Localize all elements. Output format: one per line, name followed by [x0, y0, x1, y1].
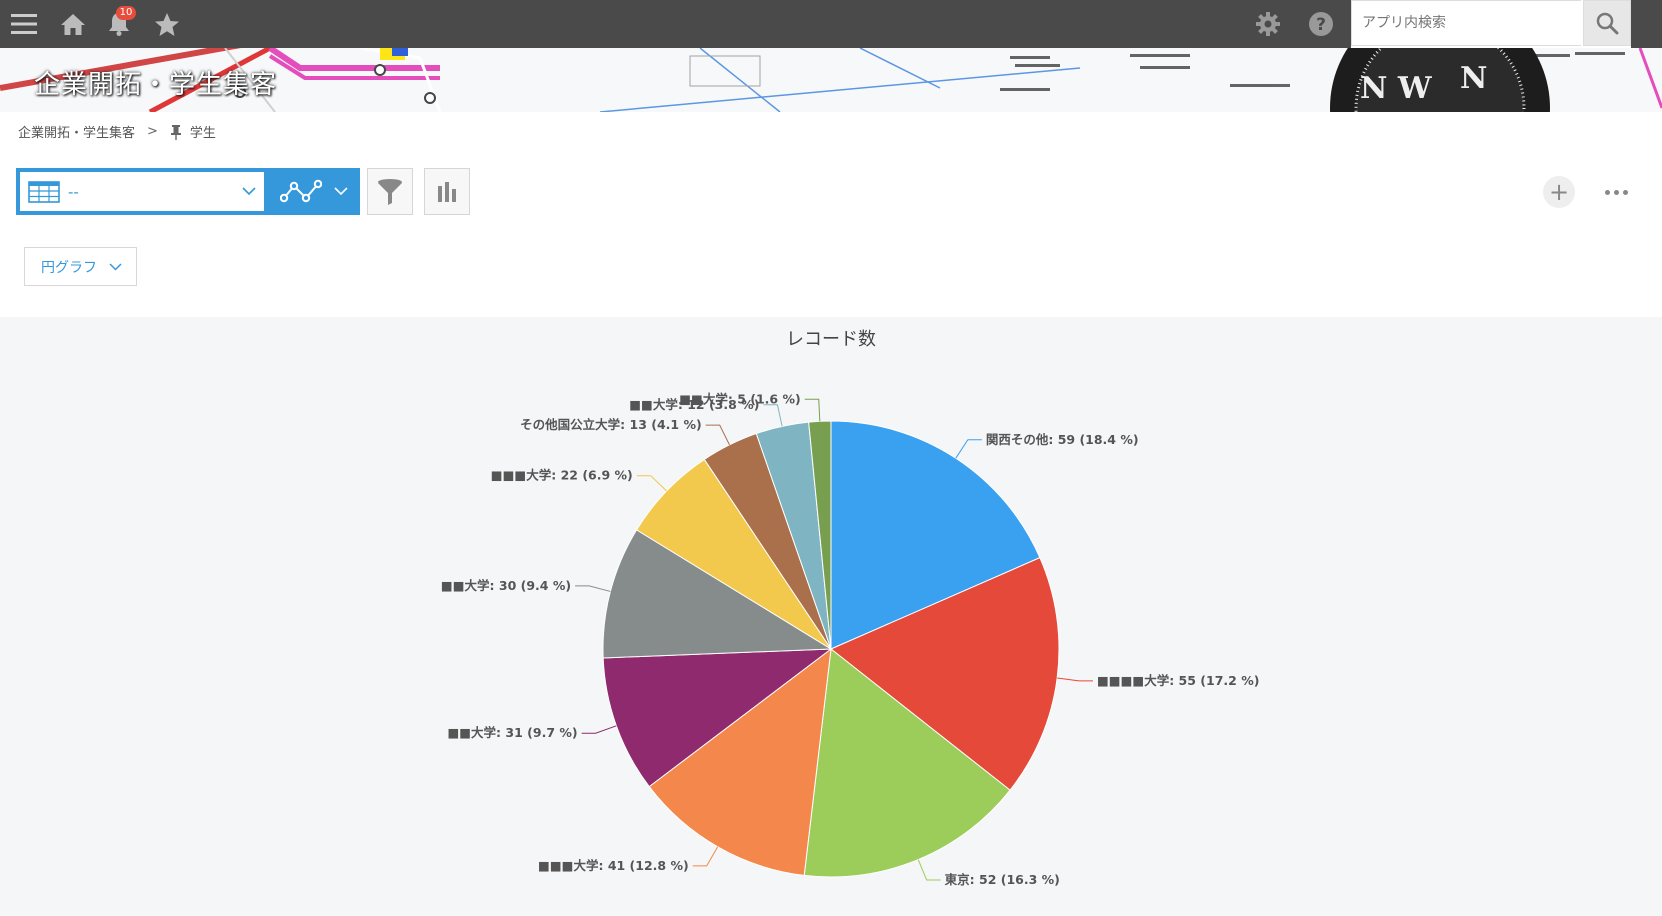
pie-label-connector: [575, 585, 611, 592]
bar-chart-icon: [438, 181, 456, 202]
hamburger-menu-icon[interactable]: [8, 0, 40, 48]
pie-label-connector: [1057, 677, 1093, 682]
pie-data-label: 関西その他: 59 (18.4 %): [986, 432, 1139, 447]
pie-label-connector: [917, 859, 941, 881]
star-icon[interactable]: [152, 0, 182, 48]
breadcrumb-space-link[interactable]: 企業開拓・学生集客: [18, 122, 135, 141]
view-selector[interactable]: --: [16, 168, 268, 215]
chart-type-label: 円グラフ: [41, 259, 97, 276]
pie-data-label: その他国公立大学: 13 (4.1 %): [520, 417, 702, 432]
chevron-down-icon: [242, 187, 256, 196]
pie-data-label: ■■大学: 31 (9.7 %): [447, 725, 577, 740]
pie-data-label: ■■大学: 30 (9.4 %): [441, 578, 571, 593]
pie-label-connector: [705, 424, 730, 446]
search-box: [1351, 0, 1631, 48]
graph-menu-button[interactable]: [268, 168, 360, 215]
pie-label-connector: [692, 846, 719, 867]
filter-button[interactable]: [367, 168, 413, 215]
pie-chart: 関西その他: 59 (18.4 %) ■■■■大学: 55 (17.2 %) 東京:…: [441, 391, 1260, 887]
pin-icon: [170, 124, 181, 140]
svg-text:?: ?: [1316, 15, 1326, 35]
gear-icon[interactable]: [1253, 0, 1283, 48]
chevron-down-icon: [334, 187, 348, 196]
svg-text:N: N: [1460, 61, 1487, 96]
pie-data-label: 東京: 52 (16.3 %): [945, 872, 1060, 887]
app-banner: N W N 企業開拓・学生集客: [0, 48, 1662, 112]
pie-data-label: ■■■大学: 22 (6.9 %): [491, 468, 633, 483]
pie-label-connector: [581, 725, 617, 734]
breadcrumb: 企業開拓・学生集客 > 学生: [18, 122, 216, 141]
view-selector-value: --: [68, 182, 79, 201]
breadcrumb-app-link[interactable]: 学生: [190, 122, 216, 141]
filter-icon: [378, 178, 402, 205]
top-navigation-bar: 10 ?: [0, 0, 1662, 48]
pie-data-label: ■■■■大学: 55 (17.2 %): [1097, 673, 1259, 688]
pie-data-label: ■■大学: 5 (1.6 %): [679, 391, 800, 406]
chevron-down-icon: [109, 262, 122, 271]
graph-icon: [280, 179, 322, 202]
help-icon[interactable]: ?: [1306, 0, 1336, 48]
pie-label-connector: [636, 475, 667, 492]
search-input[interactable]: [1351, 0, 1581, 46]
chart-type-dropdown[interactable]: 円グラフ: [24, 247, 137, 286]
pie-label-connector: [804, 398, 821, 422]
chart-area: レコード数 関西その他: 59 (18.4 %) ■■■■大学: 55 (17.2…: [0, 317, 1662, 916]
home-icon[interactable]: [58, 0, 88, 48]
add-record-button[interactable]: +: [1543, 176, 1575, 208]
aggregate-button[interactable]: [424, 168, 470, 215]
banner-title: 企業開拓・学生集客: [34, 70, 278, 100]
search-icon: [1596, 12, 1619, 35]
pie-label-connector: [763, 404, 783, 427]
more-options-button[interactable]: [1598, 176, 1634, 208]
table-icon: [28, 180, 60, 203]
search-button[interactable]: [1583, 0, 1631, 46]
pie-data-label: ■■■大学: 41 (12.8 %): [538, 858, 689, 873]
svg-text:N W: N W: [1360, 71, 1433, 106]
notification-count-badge: 10: [116, 6, 136, 20]
breadcrumb-separator: >: [147, 124, 158, 139]
pie-label-connector: [955, 439, 982, 459]
